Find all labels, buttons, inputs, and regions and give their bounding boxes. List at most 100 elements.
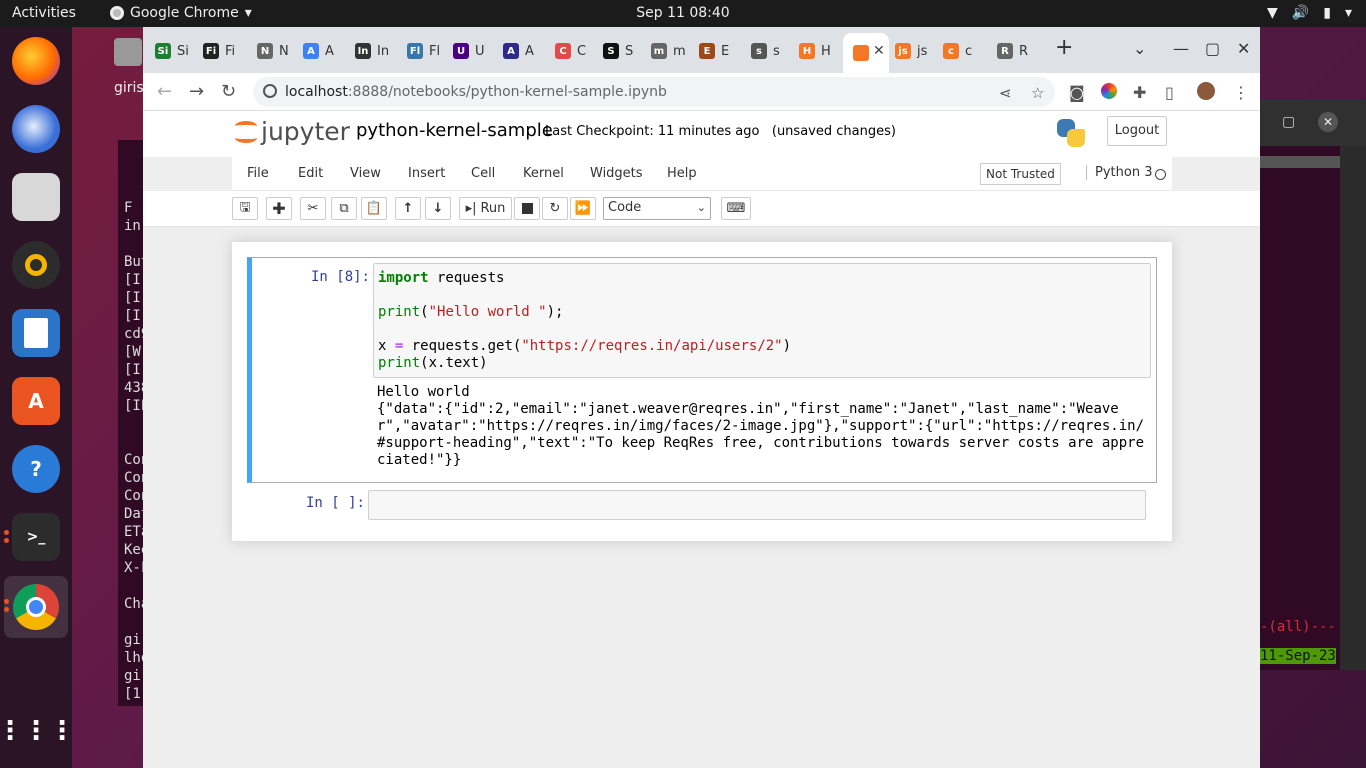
browser-tab[interactable]: SS: [603, 39, 633, 63]
browser-tab[interactable]: EE: [699, 39, 729, 63]
run-button[interactable]: ▸| Run: [459, 197, 512, 220]
restart-button[interactable]: ↻: [542, 197, 568, 220]
menu-file[interactable]: File: [247, 166, 269, 181]
cut-button[interactable]: ✂: [300, 197, 326, 220]
interrupt-button[interactable]: [514, 197, 540, 220]
kernel-idle-indicator-icon: [1155, 169, 1166, 180]
back-icon[interactable]: ←: [157, 81, 172, 102]
copy-button[interactable]: ⧉: [331, 197, 357, 220]
browser-tab[interactable]: Fl Fl: [407, 39, 440, 63]
jupyter-logo[interactable]: jupyter: [235, 117, 350, 146]
site-info-icon[interactable]: [263, 84, 277, 98]
menu-help[interactable]: Help: [667, 166, 697, 181]
active-tab[interactable]: ✕: [843, 33, 889, 73]
arrow-up-icon: ↑: [402, 201, 414, 216]
fast-forward-icon: ⏩: [574, 201, 592, 216]
browser-tab[interactable]: AA: [503, 39, 534, 63]
code-line-1: import requests: [378, 270, 505, 286]
browser-tab[interactable]: In In: [355, 39, 389, 63]
close-tab-icon[interactable]: ✕: [873, 43, 885, 59]
kernel-name[interactable]: Python 3: [1086, 165, 1152, 180]
save-button[interactable]: 🖫: [232, 197, 258, 220]
trust-indicator[interactable]: Not Trusted: [980, 163, 1061, 185]
browser-tab[interactable]: RR: [997, 39, 1028, 63]
insert-cell-button[interactable]: ✚: [266, 197, 292, 220]
help-icon[interactable]: ?: [12, 445, 60, 493]
color-picker-extension-icon[interactable]: [1101, 83, 1117, 99]
bookmark-star-icon[interactable]: ☆: [1031, 84, 1044, 102]
power-menu-icon[interactable]: ▾: [1345, 5, 1352, 21]
browser-tab[interactable]: Fi Fi: [203, 39, 235, 63]
forward-icon[interactable]: →: [189, 81, 204, 102]
app-menu[interactable]: Google Chrome ▾: [110, 5, 252, 21]
rhythmbox-icon[interactable]: [12, 241, 60, 289]
maximize-icon[interactable]: ▢: [1205, 39, 1220, 58]
code-cell-selected[interactable]: In [8]: import requests print("Hello wor…: [247, 257, 1157, 483]
browser-tab[interactable]: UU: [453, 39, 485, 63]
new-tab-icon[interactable]: +: [1055, 35, 1073, 60]
notebook-toolbar: 🖫 ✚ ✂ ⧉ 📋 ↑ ↓ ▸| Run ↻ ⏩ Code ⌄ ⌨: [143, 191, 1260, 227]
more-menu-icon[interactable]: ⋮: [1233, 83, 1249, 102]
browser-tab[interactable]: CC: [555, 39, 586, 63]
browser-tab[interactable]: HH: [799, 39, 831, 63]
browser-tab[interactable]: NN: [257, 39, 289, 63]
system-tray[interactable]: ▼ 🔊 ▮ ▾: [1267, 5, 1352, 21]
menu-view[interactable]: View: [350, 166, 381, 181]
wifi-icon[interactable]: ▼: [1267, 5, 1278, 21]
tab-search-icon[interactable]: ⌄: [1133, 39, 1146, 58]
move-down-button[interactable]: ↓: [425, 197, 451, 220]
tab-label: c: [965, 43, 973, 59]
menu-widgets[interactable]: Widgets: [590, 166, 643, 181]
browser-tab[interactable]: mm: [651, 39, 686, 63]
files-icon[interactable]: [12, 173, 60, 221]
browser-tab[interactable]: Si Si: [155, 39, 189, 63]
browser-tab[interactable]: AA: [303, 39, 334, 63]
activities-button[interactable]: Activities: [12, 5, 76, 21]
extensions-icon[interactable]: ✚: [1133, 83, 1146, 102]
background-terminal-right[interactable]: ▢ ✕ -(all)--- 11-Sep-23: [1258, 100, 1366, 670]
firefox-icon[interactable]: [12, 37, 60, 85]
camera-extension-icon[interactable]: ◙: [1069, 83, 1085, 102]
browser-tab[interactable]: ss: [751, 39, 780, 63]
notebook-name[interactable]: python-kernel-sample: [356, 120, 553, 141]
browser-tab[interactable]: js js: [895, 39, 927, 63]
battery-icon[interactable]: ▮: [1323, 5, 1331, 21]
terminal-line: [I: [124, 290, 141, 306]
cell-type-select[interactable]: Code ⌄: [603, 197, 711, 220]
thunderbird-icon[interactable]: [12, 105, 60, 153]
side-panel-icon[interactable]: ▯: [1165, 83, 1174, 102]
paste-button[interactable]: 📋: [361, 197, 387, 220]
code-line-6: print(x.text): [378, 355, 488, 371]
clock[interactable]: Sep 11 08:40: [636, 5, 729, 21]
chrome-icon[interactable]: [4, 576, 68, 638]
checkpoint-status: Last Checkpoint: 11 minutes ago (unsaved…: [545, 124, 896, 139]
address-bar[interactable]: localhost:8888/notebooks/python-kernel-s…: [253, 77, 1055, 107]
close-icon[interactable]: ✕: [1318, 112, 1338, 132]
tab-favicon-icon: N: [257, 43, 273, 59]
home-folder-desktop-icon[interactable]: giris: [114, 38, 144, 98]
code-editor[interactable]: [368, 490, 1146, 520]
maximize-icon[interactable]: ▢: [1282, 114, 1295, 130]
menu-kernel[interactable]: Kernel: [523, 166, 564, 181]
menu-insert[interactable]: Insert: [408, 166, 445, 181]
code-cell-empty[interactable]: In [ ]:: [247, 490, 1157, 522]
profile-avatar[interactable]: [1197, 82, 1215, 100]
browser-tab[interactable]: cc: [943, 39, 972, 63]
reload-icon[interactable]: ↻: [221, 81, 236, 102]
url-text[interactable]: localhost:8888/notebooks/python-kernel-s…: [285, 84, 667, 100]
logout-button[interactable]: Logout: [1107, 116, 1167, 146]
app-grid-icon[interactable]: ⋮⋮⋮: [0, 707, 75, 755]
move-up-button[interactable]: ↑: [395, 197, 421, 220]
command-palette-button[interactable]: ⌨: [721, 197, 751, 220]
volume-icon[interactable]: 🔊: [1292, 5, 1309, 21]
menu-cell[interactable]: Cell: [471, 166, 495, 181]
software-icon[interactable]: A: [12, 377, 60, 425]
terminal-icon[interactable]: >_: [12, 513, 60, 561]
restart-run-all-button[interactable]: ⏩: [570, 197, 596, 220]
close-window-icon[interactable]: ✕: [1237, 39, 1250, 58]
writer-icon[interactable]: [12, 309, 60, 357]
share-icon[interactable]: ⋖: [999, 84, 1012, 102]
minimize-icon[interactable]: —: [1173, 39, 1189, 58]
code-editor[interactable]: import requests print("Hello world "); x…: [373, 263, 1151, 378]
menu-edit[interactable]: Edit: [298, 166, 323, 181]
